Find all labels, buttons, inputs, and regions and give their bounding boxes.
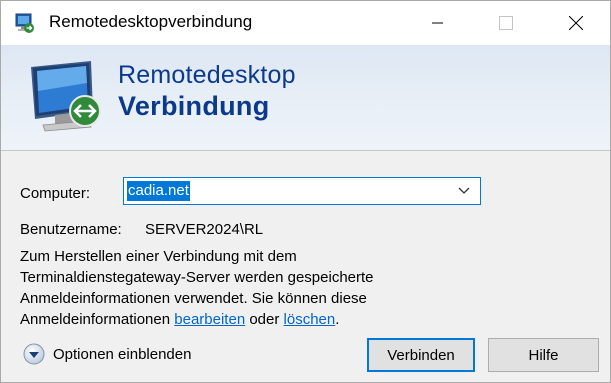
minimize-button[interactable] xyxy=(416,1,460,45)
computer-input[interactable]: cadia.net xyxy=(127,181,190,201)
expand-circle-icon xyxy=(23,343,45,365)
banner-divider xyxy=(1,150,610,151)
remote-desktop-monitor-icon xyxy=(31,61,101,132)
connect-button[interactable]: Verbinden xyxy=(367,338,475,372)
header-banner: Remotedesktop Verbindung xyxy=(1,45,610,150)
window-title: Remotedesktopverbindung xyxy=(49,12,253,31)
show-options-toggle[interactable]: Optionen einblenden xyxy=(23,343,191,365)
banner-title-line1: Remotedesktop xyxy=(118,61,296,89)
remote-desktop-icon xyxy=(15,13,34,33)
info-text-connector: oder xyxy=(245,311,284,328)
close-icon xyxy=(569,16,583,30)
show-options-label: Optionen einblenden xyxy=(53,345,192,363)
minimize-icon xyxy=(432,22,443,24)
maximize-icon xyxy=(499,16,513,30)
computer-combobox[interactable]: cadia.net xyxy=(123,177,481,205)
edit-credentials-link[interactable]: bearbeiten xyxy=(174,311,245,328)
credentials-info-text: Zum Herstellen einer Verbindung mit dem … xyxy=(20,246,440,330)
info-text-end: . xyxy=(335,311,340,328)
title-bar[interactable]: Remotedesktopverbindung xyxy=(1,1,610,45)
delete-credentials-link[interactable]: löschen xyxy=(284,311,336,328)
remote-desktop-window: Remotedesktopverbindung Remotedesktop Ve… xyxy=(0,0,611,383)
chevron-down-icon[interactable] xyxy=(458,186,470,196)
help-button[interactable]: Hilfe xyxy=(488,338,599,372)
computer-label: Computer: xyxy=(20,185,91,202)
maximize-button[interactable] xyxy=(484,1,528,45)
username-value: SERVER2024\RL xyxy=(145,221,264,238)
close-button[interactable] xyxy=(554,1,598,45)
username-label: Benutzername: xyxy=(20,221,122,238)
banner-title-line2: Verbindung xyxy=(118,91,270,121)
